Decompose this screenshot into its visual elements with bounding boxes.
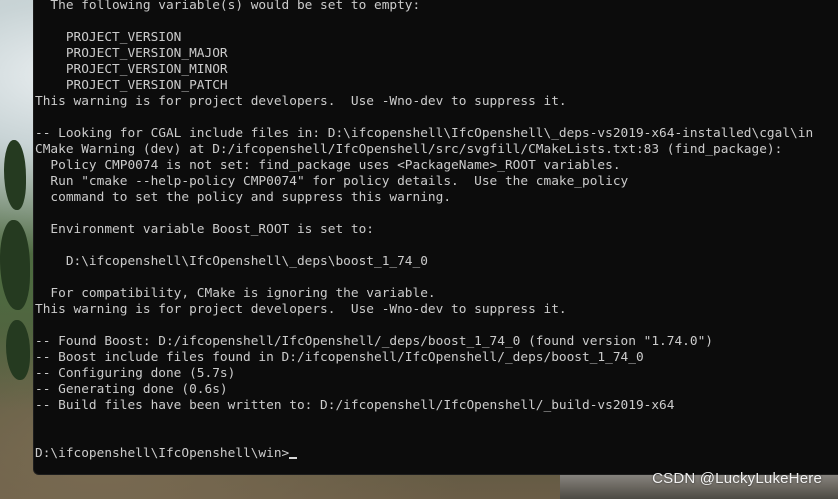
wallpaper-tree (4, 140, 26, 210)
terminal-window[interactable]: The following variable(s) would be set t… (33, 0, 838, 475)
console-line: Environment variable Boost_ROOT is set t… (35, 222, 374, 237)
console-line: -- Looking for CGAL include files in: D:… (35, 126, 814, 141)
console-line: PROJECT_VERSION_MAJOR (35, 46, 228, 61)
console-line: D:\ifcopenshell\IfcOpenshell\_deps\boost… (35, 254, 428, 269)
console-output: The following variable(s) would be set t… (35, 0, 813, 462)
console-line: -- Found Boost: D:/ifcopenshell/IfcOpens… (35, 334, 713, 349)
watermark: CSDN @LuckyLukeHere (652, 470, 822, 487)
console-line: This warning is for project developers. … (35, 302, 567, 317)
console-line: Run "cmake --help-policy CMP0074" for po… (35, 174, 629, 189)
wallpaper-tree (0, 220, 30, 310)
console-line: Policy CMP0074 is not set: find_package … (35, 158, 621, 173)
console-line: PROJECT_VERSION (35, 30, 182, 45)
wallpaper-tree (6, 320, 30, 380)
console-line: PROJECT_VERSION_MINOR (35, 62, 228, 77)
console-line: command to set the policy and suppress t… (35, 190, 452, 205)
console-line: -- Boost include files found in D:/ifcop… (35, 350, 644, 365)
console-line: For compatibility, CMake is ignoring the… (35, 286, 436, 301)
text-cursor (289, 457, 298, 459)
command-prompt: D:\ifcopenshell\IfcOpenshell\win> (35, 446, 290, 461)
console-line: -- Configuring done (5.7s) (35, 366, 236, 381)
console-line: -- Build files have been written to: D:/… (35, 398, 675, 413)
console-line: CMake Warning (dev) at D:/ifcopenshell/I… (35, 142, 783, 157)
console-line: PROJECT_VERSION_PATCH (35, 78, 228, 93)
command-prompt-line[interactable]: D:\ifcopenshell\IfcOpenshell\win> (35, 446, 813, 462)
console-line: -- Generating done (0.6s) (35, 382, 228, 397)
console-line: The following variable(s) would be set t… (35, 0, 421, 13)
console-line: This warning is for project developers. … (35, 94, 567, 109)
